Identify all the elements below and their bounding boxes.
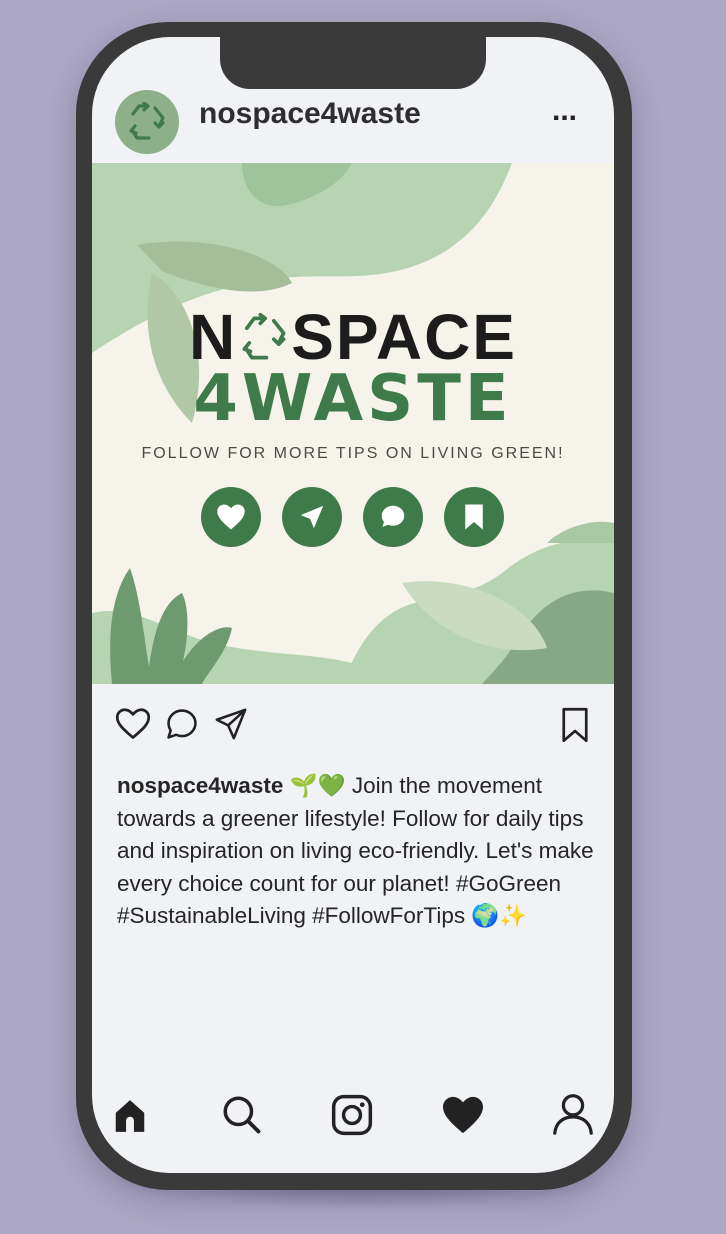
phone-screen: nospace4waste ... N SPACE 4WASTE FOLLOW … (92, 37, 614, 1173)
search-icon[interactable] (220, 1093, 262, 1135)
post-username[interactable]: nospace4waste (199, 97, 421, 131)
comment-icon[interactable] (165, 707, 199, 741)
heart-icon[interactable] (441, 1095, 485, 1135)
phone-frame: nospace4waste ... N SPACE 4WASTE FOLLOW … (76, 22, 632, 1190)
brand-recycle-icon (242, 312, 286, 360)
home-icon[interactable] (110, 1097, 150, 1135)
post-comment-icon (363, 487, 423, 547)
bottom-nav (92, 1087, 614, 1137)
share-icon[interactable] (214, 707, 248, 741)
save-icon[interactable] (560, 707, 590, 743)
caption-emoji-end: 🌍✨ (471, 903, 528, 928)
more-options-icon[interactable]: ... (552, 96, 592, 126)
post-bookmark-icon (444, 487, 504, 547)
brand-title-line2: 4WASTE (193, 362, 513, 436)
recycle-icon (129, 102, 165, 140)
post-send-icon (282, 487, 342, 547)
caption-username[interactable]: nospace4waste (117, 773, 283, 798)
post-image[interactable]: N SPACE 4WASTE FOLLOW FOR MORE TIPS ON L… (92, 163, 614, 684)
caption-emoji-start: 🌱💚 (289, 773, 346, 798)
phone-notch (220, 37, 486, 89)
avatar[interactable] (115, 90, 179, 154)
instagram-icon[interactable] (330, 1093, 374, 1137)
post-actions-bar (92, 707, 614, 747)
post-caption: nospace4waste 🌱💚 Join the movement towar… (117, 770, 597, 933)
post-tagline: FOLLOW FOR MORE TIPS ON LIVING GREEN! (141, 445, 565, 462)
profile-icon[interactable] (550, 1090, 596, 1136)
like-icon[interactable] (115, 707, 151, 741)
post-heart-icon (201, 487, 261, 547)
